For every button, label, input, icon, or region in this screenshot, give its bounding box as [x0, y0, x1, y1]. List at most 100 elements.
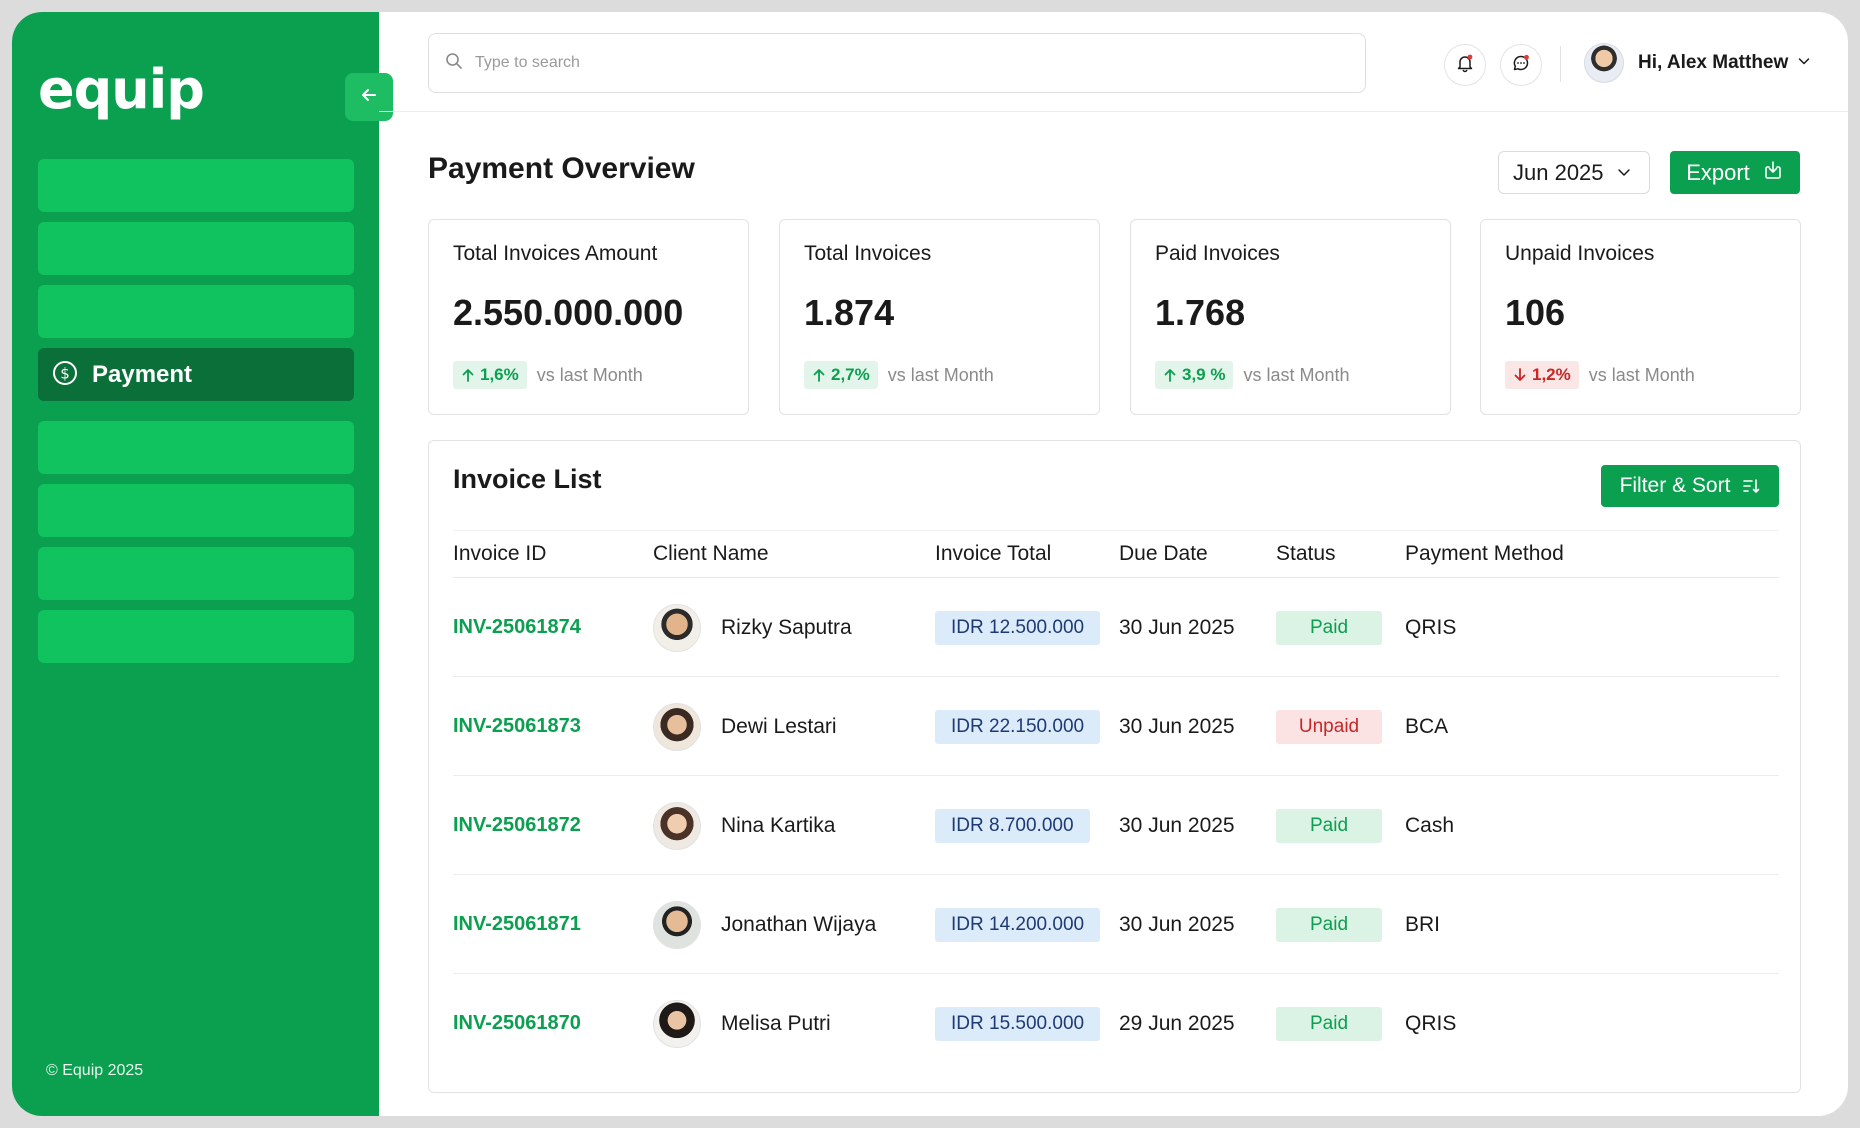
search-input[interactable]: Type to search: [428, 33, 1366, 93]
table-row[interactable]: INV-25061873 Dewi Lestari IDR 22.150.000…: [453, 677, 1779, 776]
table-row[interactable]: INV-25061872 Nina Kartika IDR 8.700.000 …: [453, 776, 1779, 875]
avatar: [653, 999, 701, 1048]
sidebar-item[interactable]: [38, 222, 354, 275]
stat-value: 2.550.000.000: [453, 292, 684, 333]
trend-badge: 1,6%: [453, 361, 527, 389]
due-date: 30 Jun 2025: [1119, 912, 1235, 936]
due-date: 30 Jun 2025: [1119, 615, 1235, 639]
page-title: Payment Overview: [428, 152, 695, 185]
stat-label: Paid Invoices: [1155, 242, 1280, 265]
stat-label: Unpaid Invoices: [1505, 242, 1655, 265]
stat-value: 1.768: [1155, 292, 1246, 333]
column-header-status[interactable]: Status: [1276, 542, 1336, 566]
stat-card-total-amount: Total Invoices Amount 2.550.000.000 1,6%…: [428, 219, 749, 415]
status-badge: Paid: [1276, 907, 1382, 942]
trend-indicator: 2,7% vs last Month: [804, 361, 994, 389]
column-header-invoice-total[interactable]: Invoice Total: [935, 542, 1051, 566]
sidebar-item[interactable]: [38, 484, 354, 537]
brand-logo[interactable]: equip: [38, 58, 205, 121]
payment-method: QRIS: [1405, 1011, 1457, 1035]
arrow-left-icon: [359, 85, 379, 109]
messages-button[interactable]: [1500, 44, 1542, 86]
stat-label: Total Invoices: [804, 242, 932, 265]
invoice-table: Invoice ID Client Name Invoice Total Due…: [453, 530, 1779, 1073]
sidebar-item[interactable]: [38, 610, 354, 663]
sidebar-item[interactable]: [38, 159, 354, 212]
invoice-total: IDR 12.500.000: [935, 610, 1101, 645]
trend-value: 1,2%: [1532, 365, 1571, 384]
arrow-up-icon: [812, 367, 826, 383]
client-name: Nina Kartika: [721, 813, 836, 837]
stat-card-unpaid-invoices: Unpaid Invoices 106 1,2% vs last Month: [1480, 219, 1801, 415]
stat-label: Total Invoices Amount: [453, 242, 658, 265]
invoice-total: IDR 8.700.000: [935, 808, 1090, 843]
trend-caption: vs last Month: [1588, 364, 1695, 385]
payment-method: BCA: [1405, 714, 1449, 738]
sidebar-item-label: Payment: [92, 360, 193, 388]
period-select[interactable]: Jun 2025: [1498, 151, 1650, 194]
svg-text:$: $: [60, 364, 70, 382]
table-row[interactable]: INV-25061874 Rizky Saputra IDR 12.500.00…: [453, 578, 1779, 677]
copyright-text: © Equip 2025: [46, 1062, 144, 1079]
trend-badge: 3,9 %: [1155, 361, 1234, 389]
sidebar-item-payment[interactable]: $ Payment: [38, 348, 354, 401]
status-badge: Unpaid: [1276, 709, 1382, 744]
trend-caption: vs last Month: [536, 364, 643, 385]
export-button[interactable]: Export: [1670, 151, 1800, 194]
trend-badge: 1,2%: [1505, 361, 1579, 389]
invoice-id-link[interactable]: INV-25061874: [453, 616, 581, 639]
due-date: 29 Jun 2025: [1119, 1011, 1235, 1035]
trend-caption: vs last Month: [887, 364, 994, 385]
user-menu[interactable]: Hi, Alex Matthew: [1584, 42, 1812, 84]
stat-card-paid-invoices: Paid Invoices 1.768 3,9 % vs last Month: [1130, 219, 1451, 415]
table-row[interactable]: INV-25061870 Melisa Putri IDR 15.500.000…: [453, 974, 1779, 1073]
stat-value: 106: [1505, 292, 1566, 333]
topbar-divider: [1560, 46, 1561, 82]
client-name: Dewi Lestari: [721, 714, 837, 738]
column-header-client-name[interactable]: Client Name: [653, 542, 769, 566]
stat-value: 1.874: [804, 292, 895, 333]
notifications-button[interactable]: [1444, 44, 1486, 86]
status-badge: Paid: [1276, 610, 1382, 645]
dollar-circle-icon: $: [52, 360, 78, 390]
payment-method: Cash: [1405, 813, 1455, 837]
stat-card-total-invoices: Total Invoices 1.874 2,7% vs last Month: [779, 219, 1100, 415]
table-row[interactable]: INV-25061871 Jonathan Wijaya IDR 14.200.…: [453, 875, 1779, 974]
chevron-down-icon: [1616, 160, 1632, 186]
client-name: Jonathan Wijaya: [721, 912, 877, 936]
avatar: [1584, 43, 1624, 83]
trend-value: 3,9 %: [1182, 365, 1226, 384]
chat-bubble-icon: [1511, 53, 1531, 77]
user-greeting: Hi, Alex Matthew: [1638, 52, 1789, 73]
table-header: Invoice ID Client Name Invoice Total Due…: [453, 530, 1779, 578]
trend-badge: 2,7%: [804, 361, 878, 389]
filter-sort-button[interactable]: Filter & Sort: [1601, 465, 1779, 507]
export-button-label: Export: [1686, 159, 1750, 185]
trend-value: 2,7%: [831, 365, 870, 384]
trend-value: 1,6%: [480, 365, 519, 384]
arrow-up-icon: [1163, 367, 1177, 383]
column-header-payment-method[interactable]: Payment Method: [1405, 542, 1564, 566]
sort-icon: [1742, 477, 1760, 495]
invoice-id-link[interactable]: INV-25061871: [453, 913, 581, 936]
bell-icon: [1455, 53, 1475, 77]
arrow-up-icon: [461, 367, 475, 383]
invoice-id-link[interactable]: INV-25061873: [453, 715, 581, 738]
app-window: equip $ Payment © Equip 2025 Type to sea…: [12, 12, 1848, 1116]
column-header-invoice-id[interactable]: Invoice ID: [453, 542, 546, 566]
sidebar-item[interactable]: [38, 547, 354, 600]
invoice-id-link[interactable]: INV-25061872: [453, 814, 581, 837]
sidebar-item[interactable]: [38, 421, 354, 474]
period-value: Jun 2025: [1513, 159, 1604, 185]
avatar: [653, 603, 701, 652]
invoice-total: IDR 14.200.000: [935, 907, 1101, 942]
column-header-due-date[interactable]: Due Date: [1119, 542, 1208, 566]
status-badge: Paid: [1276, 808, 1382, 843]
avatar: [653, 702, 701, 751]
payment-method: BRI: [1405, 912, 1441, 936]
invoice-total: IDR 15.500.000: [935, 1006, 1101, 1041]
filter-sort-label: Filter & Sort: [1619, 474, 1731, 497]
sidebar-item[interactable]: [38, 285, 354, 338]
invoice-id-link[interactable]: INV-25061870: [453, 1012, 581, 1035]
topbar: Type to search Hi, Alex Matthew: [379, 12, 1848, 112]
